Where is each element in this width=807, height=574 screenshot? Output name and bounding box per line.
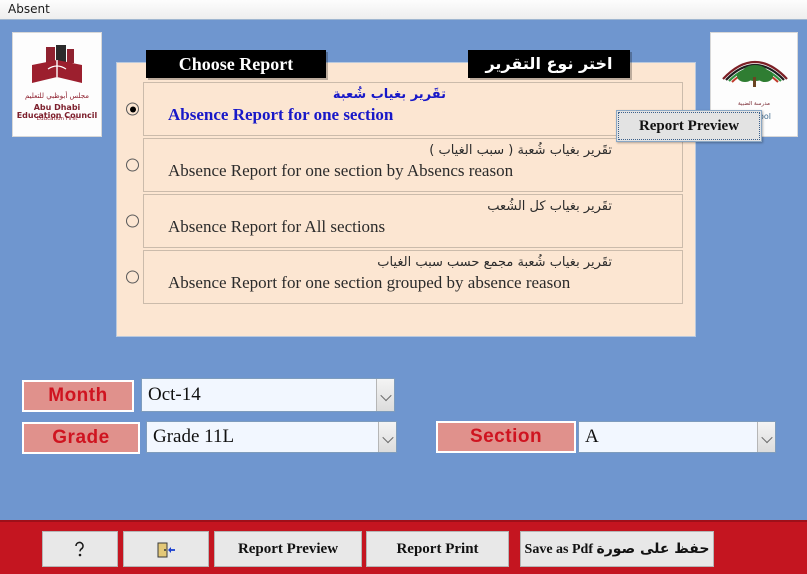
report-option-4[interactable]: تقَرير بغياب شُعبة مجمع حسب سبب الغياب A…	[126, 250, 683, 304]
floating-report-preview-button[interactable]: Report Preview	[616, 110, 762, 142]
adec-tagline: Education First	[36, 116, 78, 122]
grade-label: Grade	[22, 422, 140, 454]
school-arabic-name: مدرسة الضبية	[737, 101, 771, 107]
report-option-4-arabic: تقَرير بغياب شُعبة مجمع حسب سبب الغياب	[377, 255, 612, 270]
adec-logo: مجلس أبوظبي للتعليم Abu Dhabi Education …	[12, 32, 102, 137]
absent-report-window: Absent مجلس أبوظبي للتعليم Abu Dhabi Edu…	[0, 0, 807, 574]
report-option-2-english: Absence Report for one section by Absenc…	[168, 160, 514, 180]
window-client-area: مجلس أبوظبي للتعليم Abu Dhabi Education …	[0, 20, 807, 574]
report-option-list: تقَرير بغياب شُعبة Absence Report for on…	[126, 82, 683, 306]
exit-door-icon	[157, 542, 175, 558]
report-option-1-english: Absence Report for one section	[168, 104, 394, 124]
adec-emblem-icon	[32, 45, 82, 83]
choose-report-banner-en: Choose Report	[146, 50, 326, 78]
grade-select[interactable]: Grade 11L	[146, 421, 397, 453]
report-option-2[interactable]: تقَرير بغياب شُعبة ( سبب الغياب ) Absenc…	[126, 138, 683, 192]
adec-arabic-name: مجلس أبوظبي للتعليم	[24, 92, 89, 100]
grade-value: Grade 11L	[153, 426, 235, 447]
choose-report-banner-ar: اختر نوع التقرير	[468, 50, 630, 78]
report-option-1[interactable]: تقَرير بغياب شُعبة Absence Report for on…	[126, 82, 683, 136]
month-label: Month	[22, 380, 134, 412]
question-mark-help-icon	[75, 541, 84, 556]
help-button[interactable]	[42, 531, 118, 567]
report-option-3[interactable]: تقَرير بغياب كل الشُعب Absence Report fo…	[126, 194, 683, 248]
choose-report-panel: تقَرير بغياب شُعبة Absence Report for on…	[116, 62, 696, 337]
school-emblem-icon	[722, 60, 788, 87]
report-option-3-english: Absence Report for All sections	[168, 216, 386, 236]
save-as-pdf-label-en: Save as Pdf	[524, 542, 593, 557]
save-as-pdf-label-ar: حفظ على صورة	[596, 541, 710, 557]
chevron-down-icon[interactable]	[757, 422, 775, 452]
radio-report-option-1[interactable]	[126, 102, 139, 116]
window-title-bar: Absent	[0, 0, 807, 20]
report-preview-button[interactable]: Report Preview	[214, 531, 362, 567]
month-value: Oct-14	[148, 384, 201, 405]
radio-report-option-4[interactable]	[126, 270, 139, 284]
report-option-4-english: Absence Report for one section grouped b…	[168, 272, 571, 292]
window-title: Absent	[8, 2, 50, 16]
chevron-down-icon[interactable]	[376, 379, 394, 411]
bottom-toolbar: Report Preview Report Print Save as Pdf …	[0, 520, 807, 574]
save-as-pdf-button[interactable]: Save as Pdf حفظ على صورة	[520, 531, 714, 567]
report-option-2-arabic: تقَرير بغياب شُعبة ( سبب الغياب )	[429, 143, 612, 158]
chevron-down-icon[interactable]	[378, 422, 396, 452]
radio-report-option-2[interactable]	[126, 158, 139, 172]
section-select[interactable]: A	[578, 421, 776, 453]
exit-button[interactable]	[123, 531, 209, 567]
report-print-button[interactable]: Report Print	[366, 531, 509, 567]
radio-report-option-3[interactable]	[126, 214, 139, 228]
report-option-1-arabic: تقَرير بغياب شُعبة	[332, 87, 446, 102]
section-value: A	[585, 426, 599, 447]
section-label: Section	[436, 421, 576, 453]
month-select[interactable]: Oct-14	[141, 378, 395, 412]
report-option-3-arabic: تقَرير بغياب كل الشُعب	[487, 199, 612, 214]
